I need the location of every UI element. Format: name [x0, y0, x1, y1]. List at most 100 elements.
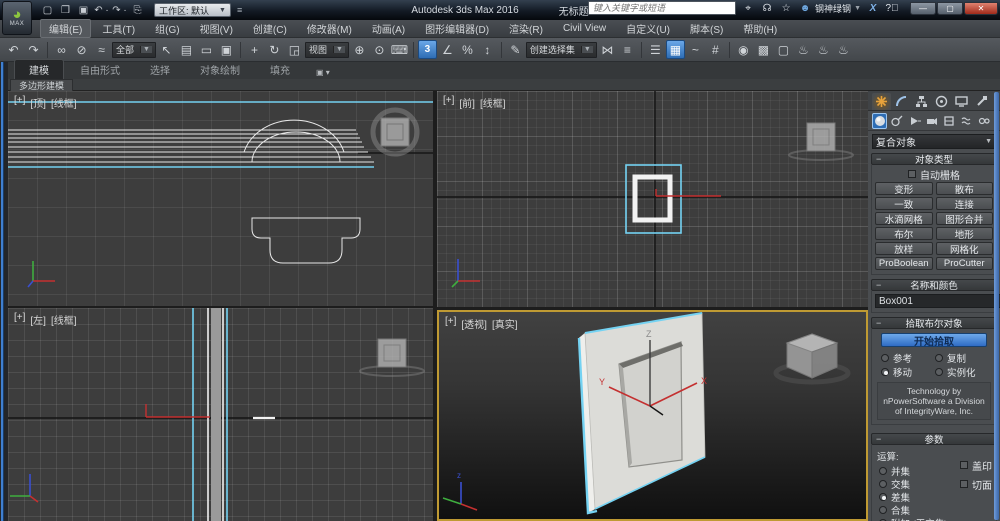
modify-tab[interactable] [892, 93, 911, 110]
viewport-front[interactable]: [+] [前] [线框] [437, 91, 868, 307]
angle-snap-icon[interactable]: ∠ [438, 40, 457, 59]
help-icon[interactable]: ?⃝ [885, 3, 899, 14]
select-and-move-icon[interactable]: + [245, 40, 264, 59]
menu-item-9[interactable]: Civil View [554, 21, 615, 36]
viewport-shading-button[interactable]: [线框] [480, 95, 506, 110]
window-crossing-icon[interactable]: ▣ [217, 40, 236, 59]
snap-toggle-3d[interactable]: 3 [418, 40, 437, 59]
favorites-star-icon[interactable]: ☆ [779, 3, 793, 14]
viewport-left[interactable]: [+] [左] [线框] [8, 308, 433, 521]
ribbon-tab-2[interactable]: 选择 [136, 60, 184, 79]
viewport-shading-button[interactable]: [真实] [492, 316, 518, 331]
menu-item-3[interactable]: 视图(V) [191, 19, 242, 38]
reference-coordinate-dropdown[interactable]: 视图▼ [305, 42, 349, 58]
menu-item-4[interactable]: 创建(C) [244, 19, 296, 38]
material-editor-icon[interactable]: ◉ [734, 40, 753, 59]
pick-option-实例化[interactable]: 实例化 [935, 365, 987, 378]
viewport-menu-button[interactable]: [+] [14, 95, 25, 110]
object-type-rollout-header[interactable]: − 对象类型 [871, 153, 997, 165]
communication-center-icon[interactable]: ☊ [760, 3, 774, 14]
object-type-button-水滴网格[interactable]: 水滴网格 [875, 212, 933, 225]
geometry-category-dropdown[interactable]: 复合对象 ▼ [872, 134, 996, 149]
select-and-scale-icon[interactable]: ◲ [285, 40, 304, 59]
object-type-button-procutter[interactable]: ProCutter [936, 257, 994, 270]
autogrid-checkbox[interactable] [908, 170, 916, 178]
operation-附加 (无交集)[interactable]: 附加 (无交集) [875, 516, 993, 521]
workspace-dropdown[interactable]: 工作区: 默认 ▼ [154, 3, 231, 17]
pick-boolean-rollout-header[interactable]: − 拾取布尔对象 [871, 317, 997, 329]
object-name-input[interactable] [875, 294, 1000, 308]
rendered-frame-window-icon[interactable]: ▢ [774, 40, 793, 59]
bind-to-space-warp-icon[interactable]: ≈ [92, 40, 111, 59]
param-checkbox-盖印[interactable]: 盖印 [960, 459, 992, 471]
search-icon[interactable]: ⌖ [741, 3, 755, 14]
selection-filter-dropdown[interactable]: 全部▼ [112, 42, 156, 58]
select-and-manipulate-icon[interactable]: ⊙ [370, 40, 389, 59]
named-selection-set-dropdown[interactable]: 创建选择集▼ [526, 42, 597, 58]
object-type-button-网格化[interactable]: 网格化 [936, 242, 994, 255]
curve-editor-icon[interactable]: ~ [686, 40, 705, 59]
render-setup-icon[interactable]: ▩ [754, 40, 773, 59]
menu-item-10[interactable]: 自定义(U) [617, 19, 679, 38]
menu-item-1[interactable]: 工具(T) [93, 19, 144, 38]
viewport-shading-button[interactable]: [线框] [51, 312, 77, 327]
menu-item-5[interactable]: 修改器(M) [298, 19, 361, 38]
ribbon-tab-0[interactable]: 建模 [14, 59, 64, 79]
edit-named-selection-sets-icon[interactable]: ✎ [506, 40, 525, 59]
viewport-perspective[interactable]: [+] [透视] [真实] [437, 310, 868, 521]
viewport-menu-button[interactable]: [+] [14, 312, 25, 327]
mirror-icon[interactable]: ⋈ [598, 40, 617, 59]
object-type-button-放样[interactable]: 放样 [875, 242, 933, 255]
create-tab[interactable] [872, 93, 891, 110]
cameras-category[interactable] [924, 113, 939, 129]
unlink-selection-icon[interactable]: ⊘ [72, 40, 91, 59]
pick-option-复制[interactable]: 复制 [935, 351, 987, 364]
autogrid-checkbox-row[interactable]: 自动栅格 [875, 168, 993, 180]
project-folder-icon[interactable]: ⎘ [130, 3, 145, 17]
systems-category[interactable] [977, 113, 992, 129]
name-color-rollout-header[interactable]: − 名称和颜色 [871, 279, 997, 291]
schematic-view-icon[interactable]: # [706, 40, 725, 59]
signin-user[interactable]: ☻ 钢神绿钢 ▼ [798, 2, 861, 15]
viewport-top[interactable]: [+] [顶] [线框] [8, 91, 433, 306]
ribbon-tab-1[interactable]: 自由形式 [66, 60, 134, 79]
viewport-menu-button[interactable]: [+] [445, 316, 456, 331]
ribbon-tab-3[interactable]: 对象绘制 [186, 60, 254, 79]
viewport-menu-button[interactable]: [+] [443, 95, 454, 110]
object-type-button-散布[interactable]: 散布 [936, 182, 994, 195]
align-icon[interactable]: ≡ [618, 40, 637, 59]
rectangular-selection-region-icon[interactable]: ▭ [197, 40, 216, 59]
redo-icon[interactable]: ↷ [24, 40, 43, 59]
save-file-icon[interactable]: ▣ [76, 3, 91, 17]
viewport-view-button[interactable]: [左] [30, 312, 46, 327]
object-type-button-地形[interactable]: 地形 [936, 227, 994, 240]
viewport-view-button[interactable]: [前] [459, 95, 475, 110]
lights-category[interactable] [907, 113, 922, 129]
menu-item-11[interactable]: 脚本(S) [681, 19, 732, 38]
graphite-ribbon-toggle-icon[interactable]: ▦ [666, 40, 685, 59]
viewport-view-button[interactable]: [透视] [461, 316, 487, 331]
ribbon-tab-4[interactable]: 填充 [256, 60, 304, 79]
close-button[interactable]: ✕ [964, 2, 998, 15]
param-checkbox-切面[interactable]: 切面 [960, 478, 992, 490]
undo-scene-icon[interactable]: ↶ · [94, 3, 109, 17]
operation-差集[interactable]: 差集 [875, 490, 993, 503]
menu-item-12[interactable]: 帮助(H) [734, 19, 786, 38]
object-type-button-proboolean[interactable]: ProBoolean [875, 257, 933, 270]
polygon-modeling-panel[interactable]: 多边形建模 [10, 79, 73, 91]
minimize-button[interactable]: — [910, 2, 936, 15]
spinner-snap-icon[interactable]: ↕ [478, 40, 497, 59]
ribbon-display-toggle-icon[interactable]: ▣ ▾ [310, 66, 336, 79]
menu-edit[interactable]: 编辑(E) [40, 19, 91, 38]
menu-item-7[interactable]: 图形编辑器(D) [416, 19, 498, 38]
hierarchy-tab[interactable] [912, 93, 931, 110]
undo-icon[interactable]: ↶ [4, 40, 23, 59]
viewport-view-button[interactable]: [顶] [30, 95, 46, 110]
geometry-category[interactable] [872, 113, 887, 129]
helpers-category[interactable] [942, 113, 957, 129]
menu-item-8[interactable]: 渲染(R) [500, 19, 552, 38]
motion-tab[interactable] [932, 93, 951, 110]
new-scene-icon[interactable]: ▢ [40, 3, 55, 17]
application-menu-button[interactable]: ◕ MAX [2, 1, 32, 35]
start-picking-button[interactable]: 开始拾取 [881, 333, 987, 347]
